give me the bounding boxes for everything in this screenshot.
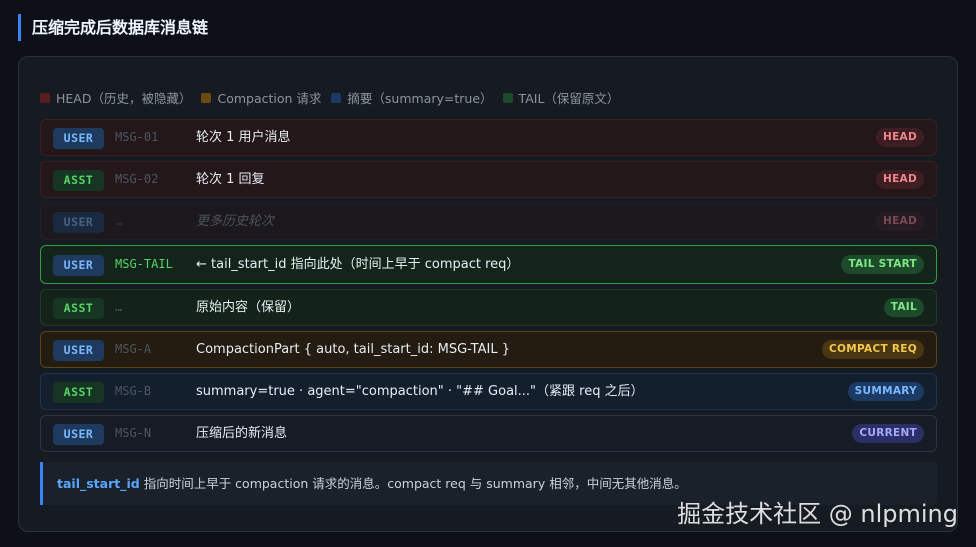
message-id: MSG-01: [115, 130, 159, 144]
message-row-summary: ASST MSG-B summary=true · agent="compact…: [40, 373, 937, 410]
legend-label: Compaction 请求: [217, 91, 322, 106]
message-content: 原始内容（保留）: [196, 300, 301, 315]
status-badge: SUMMARY: [847, 382, 924, 401]
message-id: MSG-N: [115, 426, 152, 440]
message-row-compact-req: USER MSG-A CompactionPart { auto, tail_s…: [40, 331, 937, 368]
page-title: 压缩完成后数据库消息链: [18, 14, 208, 41]
role-tag: ASST: [53, 298, 104, 319]
message-content: 轮次 1 用户消息: [196, 130, 291, 145]
message-content: 压缩后的新消息: [196, 426, 288, 441]
status-badge: CURRENT: [852, 424, 924, 443]
message-id: MSG-02: [115, 172, 159, 186]
legend-swatch-compaction: [201, 92, 212, 103]
message-id: MSG-A: [115, 342, 152, 356]
status-badge: COMPACT REQ: [822, 340, 924, 359]
message-row-current: USER MSG-N 压缩后的新消息 CURRENT: [40, 415, 937, 452]
role-tag: ASST: [53, 382, 104, 403]
legend-swatch-summary: [331, 92, 342, 103]
message-row-head-2: ASST MSG-02 轮次 1 回复 HEAD: [40, 161, 937, 198]
message-id: MSG-B: [115, 384, 152, 398]
role-tag: USER: [53, 340, 104, 361]
legend-swatch-tail: [502, 92, 513, 103]
status-badge: TAIL START: [841, 255, 924, 274]
legend-swatch-head: [40, 92, 50, 103]
role-tag: USER: [53, 255, 104, 276]
legend-item-head: HEAD（历史，被隐藏）: [40, 88, 191, 107]
note-key: tail_start_id: [57, 476, 140, 491]
legend-label: TAIL（保留原文）: [518, 91, 620, 106]
watermark: 掘金技术社区 @ nlpming: [677, 500, 958, 528]
message-id: …: [115, 214, 123, 228]
message-content: 更多历史轮次: [196, 214, 275, 229]
message-content: CompactionPart { auto, tail_start_id: MS…: [196, 342, 510, 357]
message-content: summary=true · agent="compaction" · "## …: [196, 384, 644, 399]
message-row-tail: ASST … 原始内容（保留） TAIL: [40, 289, 937, 326]
legend-item-summary: 摘要（summary=true）: [331, 88, 493, 107]
message-row-head-1: USER MSG-01 轮次 1 用户消息 HEAD: [40, 119, 937, 156]
message-chain-panel: HEAD（历史，被隐藏） Compaction 请求 摘要（summary=tr…: [18, 56, 958, 532]
status-badge: HEAD: [875, 212, 924, 231]
message-content: 轮次 1 回复: [196, 172, 265, 187]
status-badge: HEAD: [875, 128, 924, 147]
role-tag: USER: [53, 424, 104, 445]
note-text: 指向时间上早于 compaction 请求的消息。compact req 与 s…: [143, 476, 687, 491]
legend-label: 摘要（summary=true）: [347, 91, 493, 106]
legend: HEAD（历史，被隐藏） Compaction 请求 摘要（summary=tr…: [40, 88, 629, 107]
message-row-head-more: USER … 更多历史轮次 HEAD: [40, 203, 937, 240]
role-tag: USER: [53, 128, 104, 149]
message-row-tail-start: USER MSG-TAIL ← tail_start_id 指向此处（时间上早于…: [40, 245, 937, 284]
message-id: …: [115, 300, 123, 314]
legend-item-compaction: Compaction 请求: [201, 88, 321, 107]
status-badge: TAIL: [883, 298, 924, 317]
legend-label: HEAD（历史，被隐藏）: [56, 91, 192, 106]
message-id: MSG-TAIL: [115, 257, 173, 271]
role-tag: USER: [53, 212, 104, 233]
message-content: ← tail_start_id 指向此处（时间上早于 compact req）: [196, 257, 520, 272]
status-badge: HEAD: [875, 170, 924, 189]
role-tag: ASST: [53, 170, 104, 191]
legend-item-tail: TAIL（保留原文）: [502, 88, 620, 107]
